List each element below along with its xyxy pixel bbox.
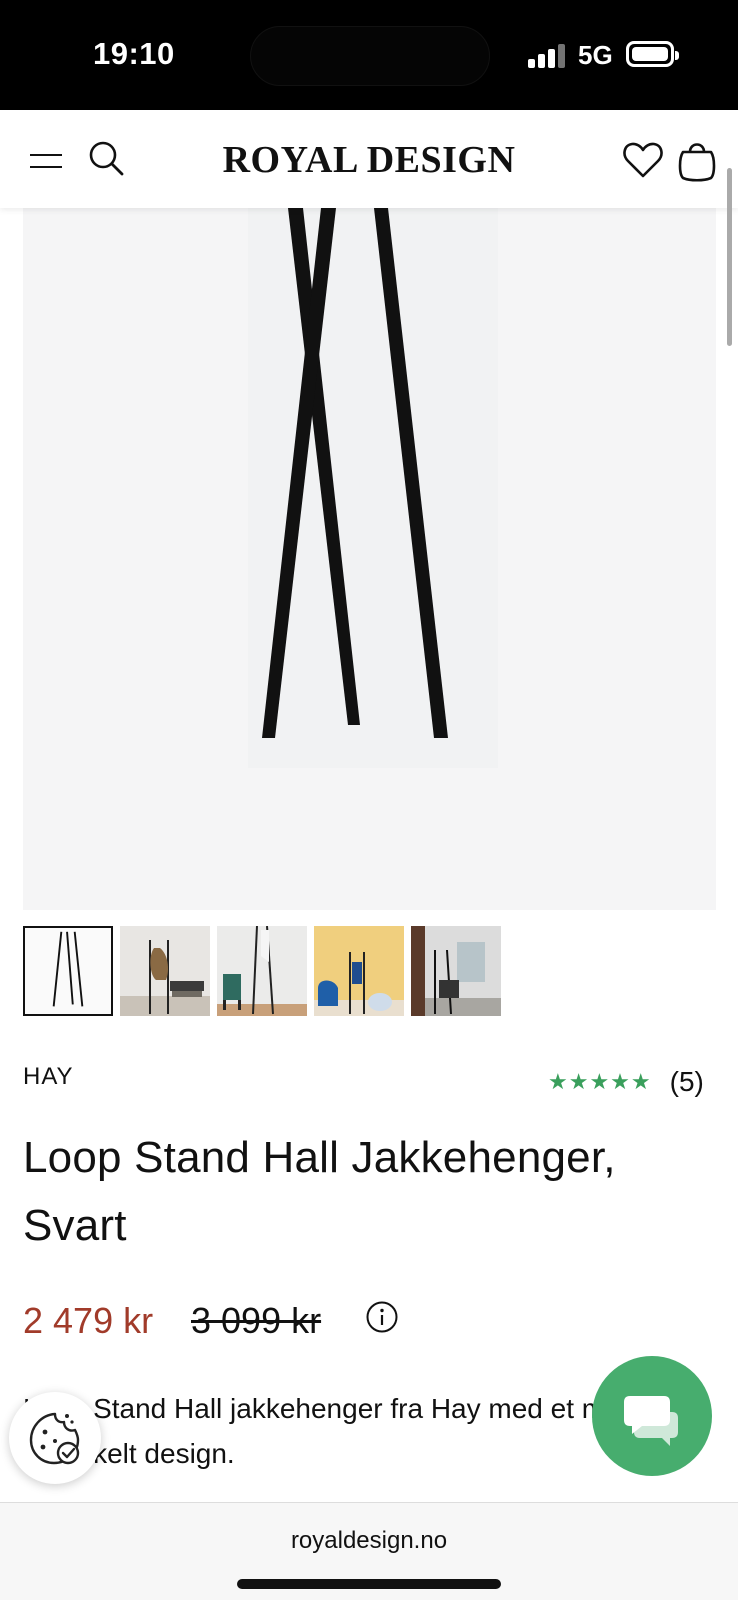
product-main-image[interactable] xyxy=(23,208,716,910)
thumb-product-only[interactable] xyxy=(23,926,113,1016)
product-brand[interactable]: HAY xyxy=(23,1063,74,1091)
sale-price: 2 479 kr xyxy=(23,1300,154,1341)
thumb-green-chair[interactable] xyxy=(217,926,307,1016)
battery-icon xyxy=(626,41,679,67)
cookie-icon xyxy=(29,1412,80,1465)
status-time: 19:10 xyxy=(93,36,175,71)
site-header: ROYAL DESIGN xyxy=(0,110,738,208)
search-icon[interactable] xyxy=(86,138,128,180)
review-count: (5) xyxy=(669,1066,704,1097)
signal-icon xyxy=(528,42,566,68)
browser-url[interactable]: royaldesign.no xyxy=(0,1527,738,1555)
browser-bottom-bar: royaldesign.no xyxy=(0,1502,738,1600)
brand-logo[interactable]: ROYAL DESIGN xyxy=(190,138,548,182)
thumbnail-strip xyxy=(23,926,716,1016)
price-row: 2 479 kr 3 099 kr xyxy=(23,1296,723,1346)
network-label: 5G xyxy=(578,40,613,70)
dynamic-island xyxy=(250,26,490,86)
info-icon[interactable] xyxy=(365,1300,399,1334)
cookie-settings-button[interactable] xyxy=(9,1392,101,1484)
thumb-yellow-room[interactable] xyxy=(314,926,404,1016)
status-bar: 19:10 5G xyxy=(0,0,738,110)
heart-icon[interactable] xyxy=(622,140,664,180)
chat-button[interactable] xyxy=(592,1356,712,1476)
product-title: Loop Stand Hall Jakkehenger, Svart xyxy=(23,1133,616,1250)
scrollbar[interactable] xyxy=(727,168,732,346)
chat-icon xyxy=(624,1396,678,1446)
thumb-living-room[interactable] xyxy=(411,926,501,1016)
shopping-bag-icon[interactable] xyxy=(676,136,718,182)
thumb-hallway-coats[interactable] xyxy=(120,926,210,1016)
product-rating[interactable]: ★★★★★ (5) xyxy=(548,1066,704,1098)
original-price: 3 099 kr xyxy=(191,1300,322,1341)
menu-icon[interactable] xyxy=(28,150,66,172)
home-indicator[interactable] xyxy=(237,1579,501,1589)
rating-stars: ★★★★★ xyxy=(548,1069,652,1094)
